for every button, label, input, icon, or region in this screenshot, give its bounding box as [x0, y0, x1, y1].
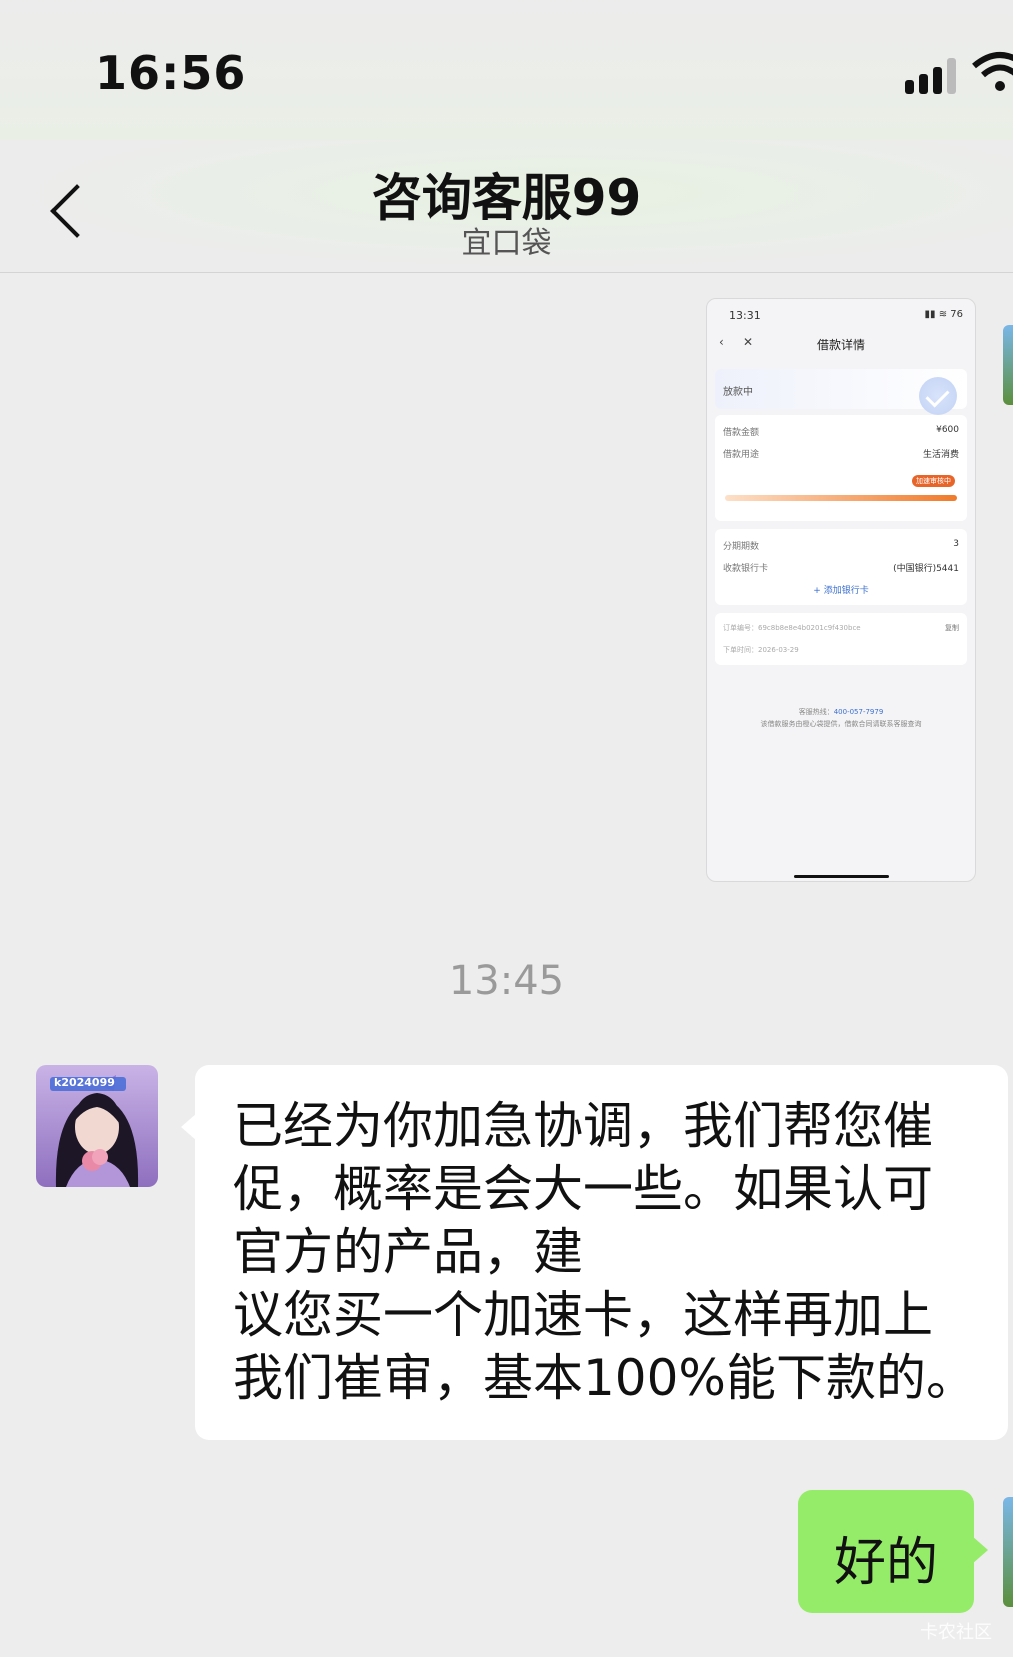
thumb-bank-value: (中国银行)5441 [893, 564, 959, 574]
thumb-purpose-value: 生活消费 [922, 450, 959, 460]
thumb-footer-note: 该借款服务由橙心袋提供，借款合同请联系客服查询 [760, 720, 922, 728]
thumb-bank-card: 分期期数 3 收款银行卡 (中国银行)5441 + 添加银行卡 [715, 529, 967, 605]
status-bar: 16:56 [0, 0, 1013, 140]
thumb-battery-icon: ▮▮ ≋ 76 [924, 309, 963, 320]
cellular-signal-icon [905, 56, 961, 94]
thumb-order-time-label: 下单时间： [723, 646, 758, 654]
thumb-order-value: 69c8b8e8e4b0201c9f430bce [758, 624, 861, 632]
incoming-message-bubble[interactable]: 已经为你加急协调，我们帮您催 促，概率是会大一些。如果认可 官方的产品，建 议您… [181, 1065, 1008, 1440]
chat-subtitle: 宜口袋 [461, 226, 552, 261]
status-time: 16:56 [95, 46, 247, 100]
thumb-amount-card: 借款金额 ¥600 借款用途 生活消费 加速审核中 [715, 415, 967, 521]
thumb-battery-level: 76 [950, 309, 963, 320]
thumb-installments-label: 分期期数 [723, 542, 760, 552]
thumb-page-title: 借款详情 [816, 338, 865, 352]
thumb-add-bank: + 添加银行卡 [813, 586, 869, 596]
thumb-order-card: 订单编号：69c8b8e8e4b0201c9f430bce 复制 下单时间：202… [715, 613, 967, 665]
thumb-hotline-value: 400-057-7979 [833, 708, 884, 716]
thumb-home-indicator [794, 875, 889, 878]
message-timestamp: 13:45 [448, 958, 565, 1004]
wifi-icon [970, 50, 1013, 94]
thumb-order-time-value: 2026-03-29 [758, 646, 799, 654]
chat-header: 咨询客服99 宜口袋 [0, 140, 1013, 273]
thumb-amount-label: 借款金额 [723, 428, 760, 438]
thumb-purpose-label: 借款用途 [723, 450, 760, 460]
contact-avatar[interactable]: k2024099 [36, 1065, 158, 1187]
thumb-progress-bar [725, 495, 957, 501]
thumb-amount-value: ¥600 [936, 425, 959, 435]
check-circle-icon [919, 377, 957, 415]
outgoing-message-bubble[interactable]: 好的 [798, 1490, 988, 1613]
self-avatar-edge [1003, 325, 1013, 405]
thumb-hotline-label: 客服热线： [798, 708, 834, 716]
outgoing-message-text: 好的 [833, 1533, 938, 1593]
incoming-message-text: 已经为你加急协调，我们帮您催 促，概率是会大一些。如果认可 官方的产品，建 议您… [233, 1097, 976, 1407]
thumb-status-time: 13:31 [729, 309, 761, 322]
avatar-badge: k2024099 [54, 1076, 115, 1089]
thumb-nav: ‹ ✕ 借款详情 [707, 329, 975, 359]
thumb-bank-label: 收款银行卡 [723, 564, 769, 574]
self-avatar-edge-2 [1003, 1497, 1013, 1607]
image-message[interactable]: 13:31 ▮▮ ≋ 76 ‹ ✕ 借款详情 放款中 借款金额 ¥600 借款用途… [706, 298, 976, 882]
thumb-status-card: 放款中 [715, 369, 967, 415]
thumb-order-label: 订单编号： [723, 624, 758, 632]
thumb-installments-value: 3 [953, 539, 959, 549]
thumb-speed-tag: 加速审核中 [912, 475, 955, 487]
watermark: 卡农社区 [920, 1622, 992, 1643]
thumb-copy-label: 复制 [945, 624, 959, 632]
